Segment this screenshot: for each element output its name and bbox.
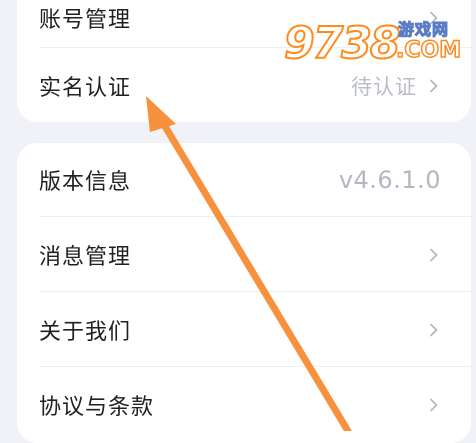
chevron-right-icon	[427, 323, 441, 337]
settings-row-label: 协议与条款	[39, 395, 155, 420]
settings-row-trailing	[427, 248, 441, 262]
settings-row-label: 账号管理	[39, 8, 132, 33]
watermark-domain: .COM	[395, 37, 462, 64]
watermark-site-name: 游戏网	[397, 20, 450, 40]
settings-row-message-management[interactable]: 消息管理	[17, 218, 471, 292]
app-settings-card: 版本信息 v4.6.1.0 消息管理 关于我们 协议与条款	[17, 143, 471, 443]
settings-row-label: 关于我们	[39, 320, 132, 345]
version-number: v4.6.1.0	[338, 166, 441, 194]
chevron-right-icon	[427, 398, 441, 412]
settings-row-trailing: v4.6.1.0	[339, 166, 441, 194]
chevron-right-icon	[427, 248, 441, 262]
settings-row-label: 实名认证	[39, 75, 132, 101]
settings-row-trailing	[427, 323, 441, 337]
chevron-right-icon	[427, 79, 441, 93]
settings-row-label: 消息管理	[39, 245, 132, 270]
settings-row-trailing	[427, 398, 441, 412]
settings-row-version-info: 版本信息 v4.6.1.0	[17, 143, 471, 217]
settings-row-label: 版本信息	[39, 170, 132, 195]
watermark-number: 9738	[283, 17, 401, 70]
site-watermark-logo: 9738 游戏网 .COM	[283, 14, 466, 78]
settings-row-about-us[interactable]: 关于我们	[17, 293, 471, 367]
